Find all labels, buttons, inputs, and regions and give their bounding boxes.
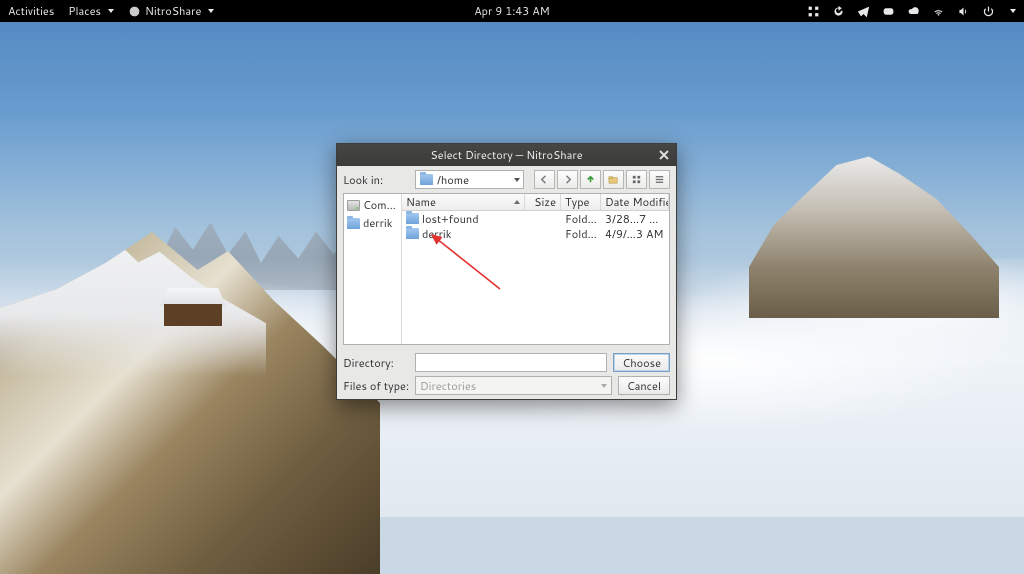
look-in-path: /home: [437, 172, 469, 188]
activities-button[interactable]: Activities: [8, 3, 54, 19]
file-name: derrik: [422, 226, 451, 242]
folder-icon: [406, 228, 419, 239]
directory-label: Directory:: [343, 355, 409, 371]
arrow-left-icon: [539, 174, 550, 185]
file-list-header: Name Size Type Date Modified: [402, 194, 669, 211]
folder-icon: [347, 218, 360, 229]
select-directory-dialog: Select Directory — NitroShare Look in: /…: [336, 143, 677, 400]
system-menu-chevron-icon[interactable]: [1010, 9, 1016, 13]
tray-telegram-icon[interactable]: [857, 5, 870, 18]
list-view-icon: [631, 174, 642, 185]
look-in-label: Look in:: [343, 172, 409, 188]
network-icon[interactable]: [932, 5, 945, 18]
sidebar-item-label: derrik: [363, 215, 392, 231]
file-date: 3/28…7 AM: [601, 211, 669, 227]
list-view-button[interactable]: [626, 170, 647, 189]
files-of-type-combo[interactable]: Directories: [415, 376, 612, 395]
clock[interactable]: Apr 9 1:43 AM: [474, 3, 550, 19]
tray-icon-1[interactable]: [807, 5, 820, 18]
back-button[interactable]: [534, 170, 555, 189]
sidebar-item-derrik[interactable]: derrik: [344, 214, 401, 232]
places-label: Places: [68, 3, 101, 19]
app-icon: [128, 5, 141, 18]
places-sidebar: Com… derrik: [344, 194, 402, 344]
file-type: Folder: [561, 226, 601, 242]
file-row[interactable]: lost+found Folder 3/28…7 AM: [402, 211, 669, 226]
column-name[interactable]: Name: [402, 194, 525, 210]
file-type: Folder: [561, 211, 601, 227]
places-menu[interactable]: Places: [68, 3, 114, 19]
directory-input[interactable]: [415, 353, 607, 372]
column-type[interactable]: Type: [561, 194, 601, 210]
files-of-type-value: Directories: [420, 378, 476, 394]
folder-icon: [420, 174, 433, 185]
chevron-down-icon: [208, 9, 214, 13]
chevron-down-icon: [108, 9, 114, 13]
detail-view-icon: [654, 174, 665, 185]
sidebar-item-computer[interactable]: Com…: [344, 196, 401, 214]
tray-discord-icon[interactable]: [882, 5, 895, 18]
arrow-up-icon: [585, 174, 596, 185]
close-button[interactable]: [656, 147, 672, 163]
file-row[interactable]: derrik Folder 4/9/…3 AM: [402, 226, 669, 241]
volume-icon[interactable]: [957, 5, 970, 18]
drive-icon: [347, 200, 360, 211]
column-size[interactable]: Size: [525, 194, 561, 210]
detail-view-button[interactable]: [649, 170, 670, 189]
file-list: Name Size Type Date Modified lost+found …: [402, 194, 669, 344]
tray-refresh-icon[interactable]: [832, 5, 845, 18]
sidebar-item-label: Com…: [363, 197, 396, 213]
look-in-combo[interactable]: /home: [415, 170, 524, 189]
sort-asc-icon: [514, 200, 520, 204]
dialog-titlebar[interactable]: Select Directory — NitroShare: [337, 144, 676, 166]
column-date[interactable]: Date Modified: [601, 194, 669, 210]
tray-cloud-icon[interactable]: [907, 5, 920, 18]
chevron-down-icon: [514, 178, 520, 182]
power-icon[interactable]: [982, 5, 995, 18]
app-menu-label: NitroShare: [145, 3, 201, 19]
top-bar: Activities Places NitroShare Apr 9 1:43 …: [0, 0, 1024, 22]
app-menu[interactable]: NitroShare: [128, 3, 214, 19]
files-of-type-label: Files of type:: [343, 378, 409, 394]
file-name: lost+found: [422, 211, 479, 227]
file-browser: Com… derrik Name Size Type Date Modified…: [343, 193, 670, 345]
choose-button[interactable]: Choose: [613, 353, 670, 372]
close-icon: [659, 150, 669, 160]
chevron-down-icon: [601, 384, 607, 388]
forward-button[interactable]: [557, 170, 578, 189]
parent-dir-button[interactable]: [580, 170, 601, 189]
arrow-right-icon: [562, 174, 573, 185]
new-folder-icon: [608, 174, 619, 185]
new-folder-button[interactable]: [603, 170, 624, 189]
dialog-title: Select Directory — NitroShare: [430, 147, 582, 163]
cancel-button[interactable]: Cancel: [618, 376, 670, 395]
folder-icon: [406, 213, 419, 224]
file-date: 4/9/…3 AM: [601, 226, 669, 242]
